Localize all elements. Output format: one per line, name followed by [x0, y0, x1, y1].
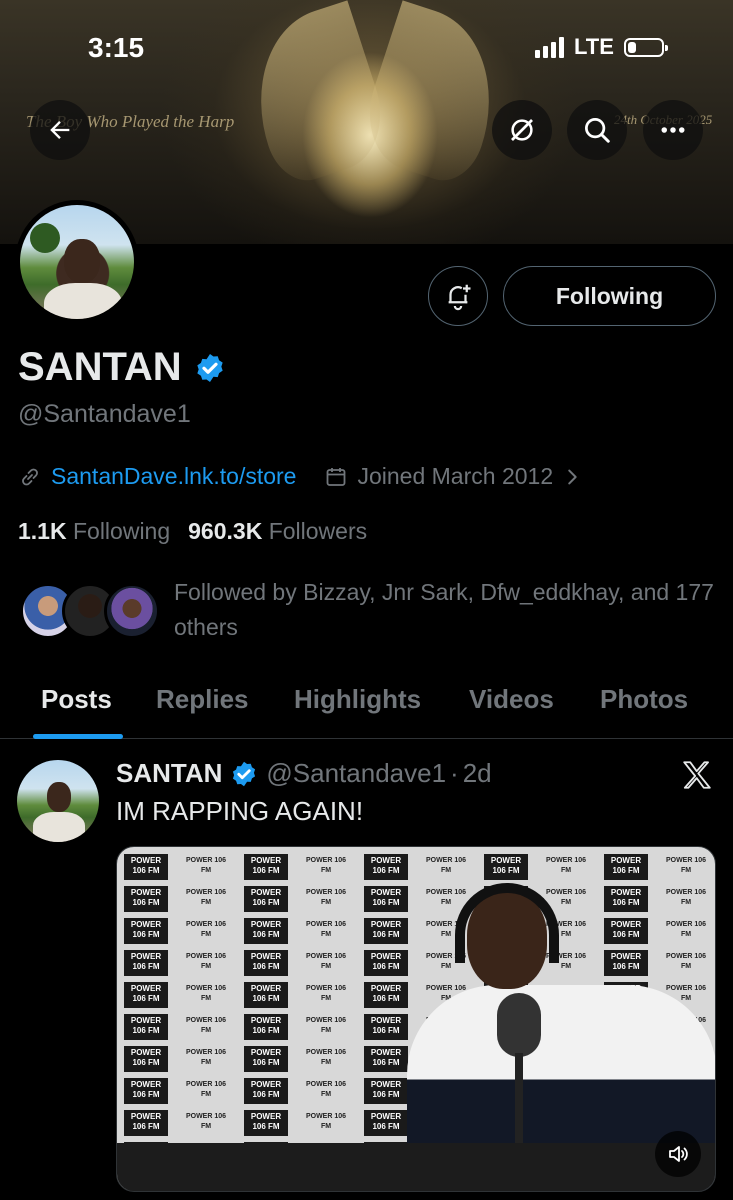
signal-icon — [535, 36, 564, 58]
backdrop-logo: POWER 106 FM — [244, 1110, 288, 1136]
backdrop-logo: POWER 106 FM — [364, 950, 408, 976]
backdrop-logo: POWER 106 FM — [364, 1046, 408, 1072]
tab-photos[interactable]: Photos — [600, 684, 688, 715]
backdrop-logo: POWER 106 FM — [185, 1049, 227, 1066]
status-indicators: LTE — [535, 34, 668, 60]
post-video[interactable]: POWER 106 FM POWER 106 FM POWER 106 FM POWE… — [116, 846, 716, 1192]
battery-icon — [623, 37, 668, 57]
followed-by-avatars[interactable] — [20, 583, 160, 643]
backdrop-logo: POWER 106 FM — [364, 886, 408, 912]
backdrop-logo: POWER 106 FM — [364, 1110, 408, 1136]
backdrop-logo: POWER 106 FM — [364, 918, 408, 944]
speaker-icon — [669, 1146, 688, 1162]
tab-posts[interactable]: Posts — [41, 684, 112, 715]
backdrop-logo: POWER 106 FM — [305, 1049, 347, 1066]
grok-button[interactable] — [492, 100, 552, 160]
backdrop-logo: POWER 106 FM — [305, 1113, 347, 1130]
backdrop-logo: POWER 106 FM — [244, 886, 288, 912]
backdrop-logo: POWER 106 FM — [244, 1014, 288, 1040]
post-avatar[interactable] — [17, 760, 99, 842]
backdrop-logo: POWER 106 FM — [244, 950, 288, 976]
calendar-icon — [327, 467, 346, 486]
profile-tabs: Posts Replies Highlights Videos Photos — [0, 676, 733, 739]
profile-handle: @Santandave1 — [18, 400, 191, 428]
search-icon — [585, 118, 610, 143]
backdrop-logo: POWER 106 FM — [124, 1078, 168, 1104]
backdrop-logo: POWER 106 FM — [124, 982, 168, 1008]
backdrop-logo: POWER 106 FM — [185, 889, 227, 906]
backdrop-logo: POWER 106 FM — [185, 857, 227, 874]
backdrop-logo: POWER 106 FM — [244, 982, 288, 1008]
backdrop-logo: POWER 106 FM — [364, 854, 408, 880]
back-arrow-icon — [50, 121, 70, 139]
profile-name-row: SANTAN — [18, 345, 226, 390]
tab-highlights[interactable]: Highlights — [294, 684, 421, 715]
verified-badge-icon[interactable] — [230, 760, 258, 788]
backdrop-logo: POWER 106 FM — [124, 1014, 168, 1040]
sound-toggle-button[interactable] — [655, 1131, 701, 1177]
backdrop-logo: POWER 106 FM — [244, 918, 288, 944]
display-name: SANTAN — [18, 345, 182, 389]
grok-icon — [511, 119, 533, 141]
backdrop-logo: POWER 106 FM — [364, 982, 408, 1008]
backdrop-logo: POWER 106 FM — [185, 1113, 227, 1130]
backdrop-logo: POWER 106 FM — [124, 950, 168, 976]
video-desk — [117, 1143, 715, 1191]
backdrop-logo: POWER 106 FM — [305, 1017, 347, 1034]
backdrop-logo: POWER 106 FM — [124, 1046, 168, 1072]
profile-meta: SantanDave.lnk.to/store Joined March 201… — [18, 463, 583, 490]
backdrop-logo: POWER 106 FM — [124, 886, 168, 912]
following-button[interactable]: Following — [503, 266, 716, 326]
followed-by-text[interactable]: Followed by Bizzay, Jnr Sark, Dfw_eddkha… — [174, 575, 714, 645]
backdrop-logo: POWER 106 FM — [305, 857, 347, 874]
post-author-handle[interactable]: @Santandave1 — [266, 758, 446, 789]
bell-plus-icon — [448, 284, 471, 311]
search-button[interactable] — [567, 100, 627, 160]
profile-avatar[interactable] — [15, 200, 139, 324]
backdrop-logo: POWER 106 FM — [244, 854, 288, 880]
active-tab-indicator — [33, 734, 123, 739]
followers-stat[interactable]: 960.3K Followers — [188, 518, 367, 545]
backdrop-logo: POWER 106 FM — [305, 953, 347, 970]
backdrop-logo: POWER 106 FM — [185, 1081, 227, 1098]
backdrop-logo: POWER 106 FM — [185, 985, 227, 1002]
backdrop-logo: POWER 106 FM — [185, 953, 227, 970]
banner-wing-right — [353, 0, 517, 190]
following-stat[interactable]: 1.1K Following — [18, 518, 170, 545]
post-timestamp[interactable]: 2d — [463, 758, 492, 789]
tab-replies[interactable]: Replies — [156, 684, 249, 715]
chevron-right-icon[interactable] — [561, 466, 583, 488]
more-icon — [661, 127, 685, 133]
joined-date[interactable]: Joined March 2012 — [357, 463, 553, 490]
backdrop-logo: POWER 106 FM — [124, 1110, 168, 1136]
backdrop-logo: POWER 106 FM — [244, 1078, 288, 1104]
tab-videos[interactable]: Videos — [469, 684, 554, 715]
more-button[interactable] — [643, 100, 703, 160]
verified-badge-icon[interactable] — [194, 352, 226, 384]
x-logo-icon — [683, 761, 711, 789]
backdrop-logo: POWER 106 FM — [124, 854, 168, 880]
post-text: IM RAPPING AGAIN! — [116, 796, 364, 826]
post-separator: · — [450, 758, 459, 788]
post-author-name[interactable]: SANTAN — [116, 758, 222, 789]
backdrop-logo: POWER 106 FM — [364, 1078, 408, 1104]
backdrop-logo: POWER 106 FM — [124, 918, 168, 944]
link-icon — [22, 468, 38, 485]
back-button[interactable] — [30, 100, 90, 160]
backdrop-logo: POWER 106 FM — [364, 1014, 408, 1040]
network-label: LTE — [574, 34, 614, 59]
backdrop-logo: POWER 106 FM — [244, 1046, 288, 1072]
backdrop-logo: POWER 106 FM — [305, 1081, 347, 1098]
backdrop-logo: POWER 106 FM — [185, 1017, 227, 1034]
backdrop-logo: POWER 106 FM — [305, 921, 347, 938]
profile-stats: 1.1K Following 960.3K Followers — [18, 518, 367, 545]
notifications-button[interactable] — [428, 266, 488, 326]
post-header: SANTAN @Santandave1 · 2d — [116, 758, 492, 789]
profile-link[interactable]: SantanDave.lnk.to/store — [51, 463, 296, 490]
follower-avatar — [104, 583, 160, 639]
backdrop-logo: POWER 106 FM — [305, 889, 347, 906]
backdrop-logo: POWER 106 FM — [185, 921, 227, 938]
status-time: 3:15 — [88, 32, 145, 63]
backdrop-logo: POWER 106 FM — [305, 985, 347, 1002]
